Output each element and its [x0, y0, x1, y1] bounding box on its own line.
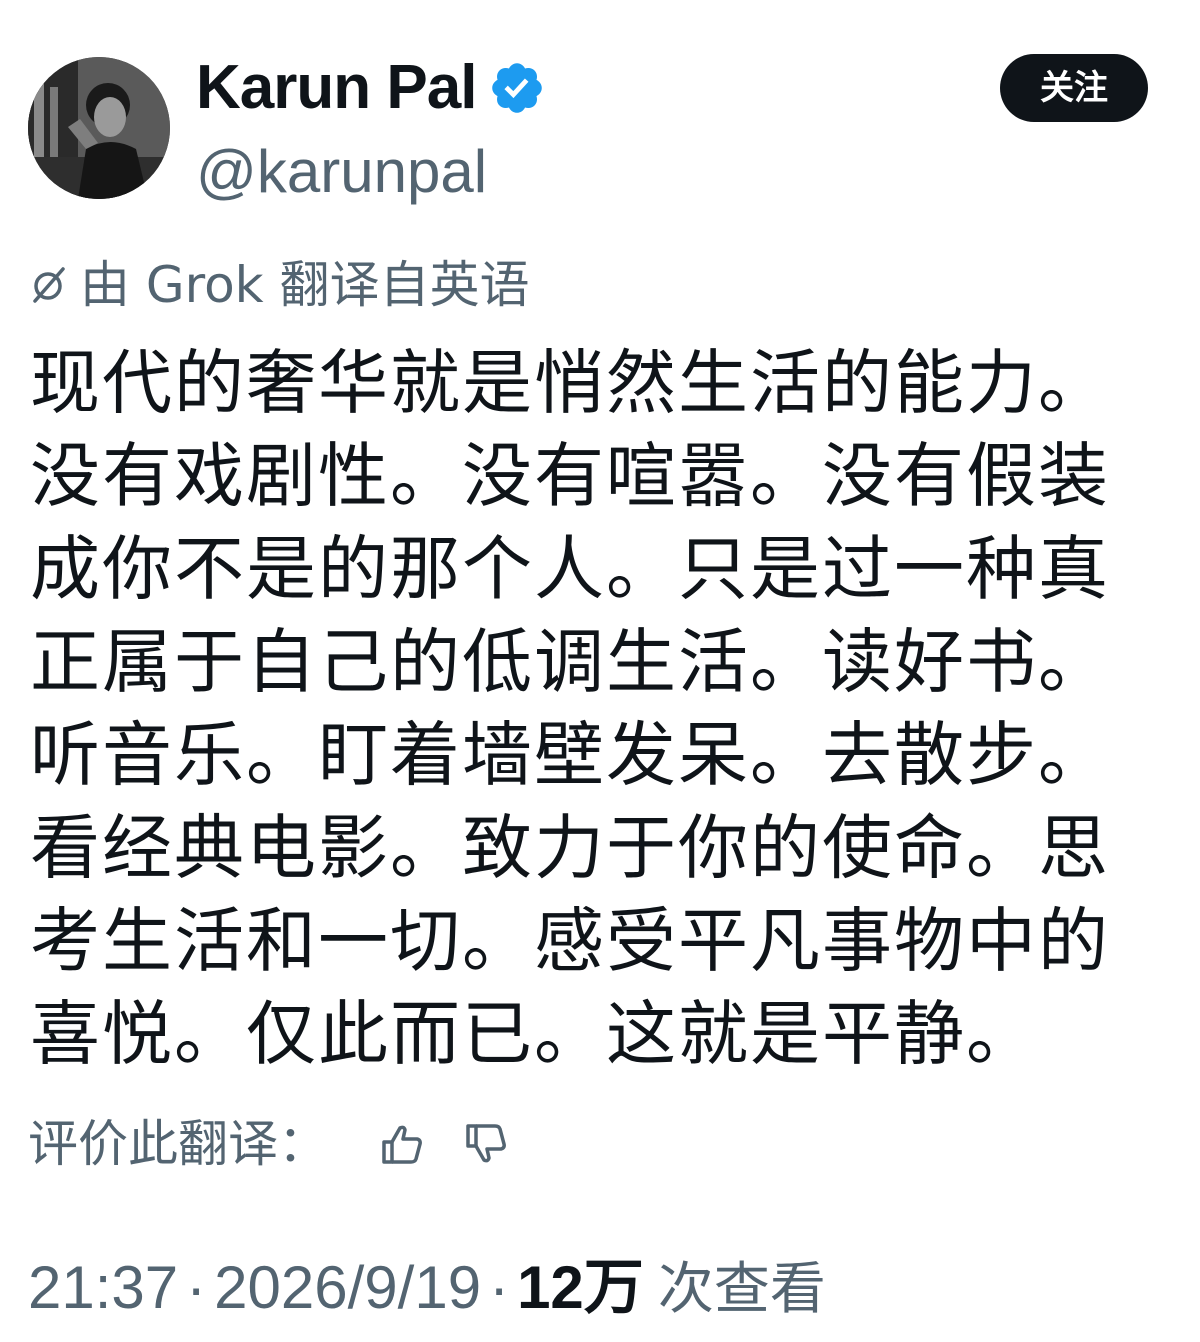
translation-note-text: 由 Grok 翻译自英语 — [80, 256, 530, 314]
follow-button[interactable]: 关注 — [1000, 54, 1148, 122]
avatar[interactable] — [28, 57, 170, 199]
display-name-text[interactable]: Karun Pal — [196, 52, 477, 124]
thumbs-down-icon[interactable] — [462, 1120, 510, 1168]
display-name[interactable]: Karun Pal — [196, 52, 546, 124]
translation-note: 由 Grok 翻译自英语 — [28, 250, 530, 320]
avatar-photo — [28, 57, 170, 199]
meta-separator: · — [489, 1254, 510, 1321]
verified-badge-icon[interactable] — [488, 59, 546, 117]
rate-translation-label: 评价此翻译： — [28, 1115, 328, 1173]
thumbs-up-icon[interactable] — [378, 1120, 426, 1168]
meta-separator: · — [186, 1254, 207, 1321]
tweet-time[interactable]: 21:37 — [28, 1254, 178, 1321]
views-label: 次查看 — [657, 1257, 826, 1322]
user-handle[interactable]: @karunpal — [196, 136, 487, 208]
grok-icon — [33, 267, 65, 303]
tweet-meta: 21:37 · 2026/9/19 · 12万 次查看 — [28, 1250, 826, 1326]
views-count: 12万 — [517, 1254, 644, 1321]
rate-translation: 评价此翻译： — [28, 1106, 510, 1182]
tweet-date[interactable]: 2026/9/19 — [214, 1254, 481, 1321]
tweet-text: 现代的奢华就是悄然生活的能力。没有戏剧性。没有喧嚣。没有假装成你不是的那个人。只… — [30, 342, 1110, 1075]
